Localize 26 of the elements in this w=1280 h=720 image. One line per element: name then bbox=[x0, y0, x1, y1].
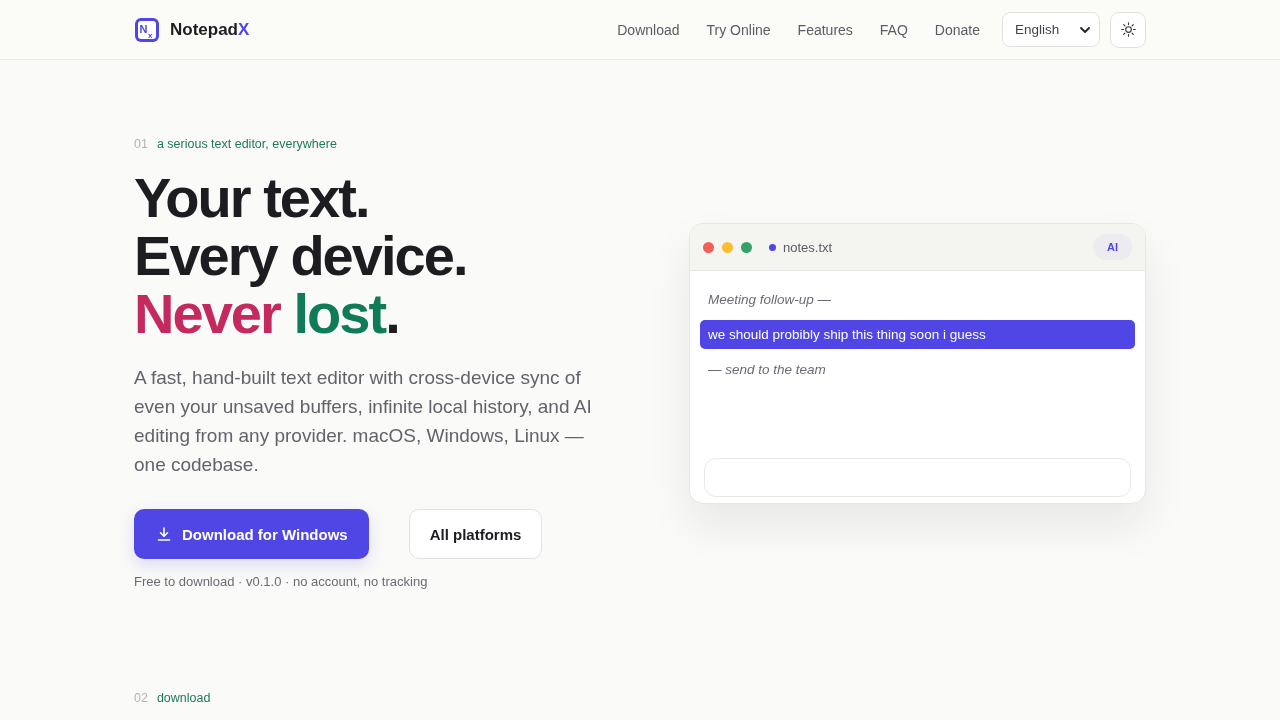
section-title: download bbox=[156, 690, 211, 706]
editor-text-line: — send to the team bbox=[707, 361, 827, 379]
hero-description: A fast, hand-built text editor with cross-device sync of even your unsaved buffers, infinite local history, and AI editing from any provider. macOS, Windows, Linux — one codebase. bbox=[134, 366, 593, 477]
nav-link[interactable]: Download bbox=[617, 21, 680, 38]
nav-link[interactable]: Try Online bbox=[706, 21, 771, 38]
nav-link[interactable]: Features bbox=[797, 21, 853, 38]
section-tagline: a serious text editor, everywhere bbox=[156, 136, 337, 152]
download-button[interactable]: Download for Windows bbox=[134, 509, 369, 559]
headline-line: Every device. bbox=[134, 227, 467, 285]
section-number: 02 bbox=[134, 690, 148, 706]
brand-name: NotepadX bbox=[170, 19, 250, 40]
headline-line: Your text. bbox=[134, 169, 369, 227]
sun-icon bbox=[1120, 22, 1136, 37]
hero-note: Free to download · v0.1.0 · no account, no tracking bbox=[134, 573, 429, 591]
download-icon bbox=[157, 527, 171, 541]
theme-toggle-button[interactable] bbox=[1110, 11, 1146, 48]
all-platforms-button[interactable]: All platforms bbox=[408, 509, 543, 559]
editor-text-line: Meeting follow-up — bbox=[707, 291, 833, 309]
chevron-icon bbox=[1080, 26, 1090, 33]
nav-link[interactable]: FAQ bbox=[879, 21, 908, 38]
prompt-input-field[interactable] bbox=[704, 458, 1131, 497]
nav-link[interactable]: Donate bbox=[934, 21, 980, 38]
ai-badge: AI bbox=[1093, 234, 1132, 260]
file-name: notes.txt bbox=[783, 239, 833, 255]
language-select[interactable]: English bbox=[1002, 12, 1100, 47]
section-number: 01 bbox=[134, 136, 148, 152]
